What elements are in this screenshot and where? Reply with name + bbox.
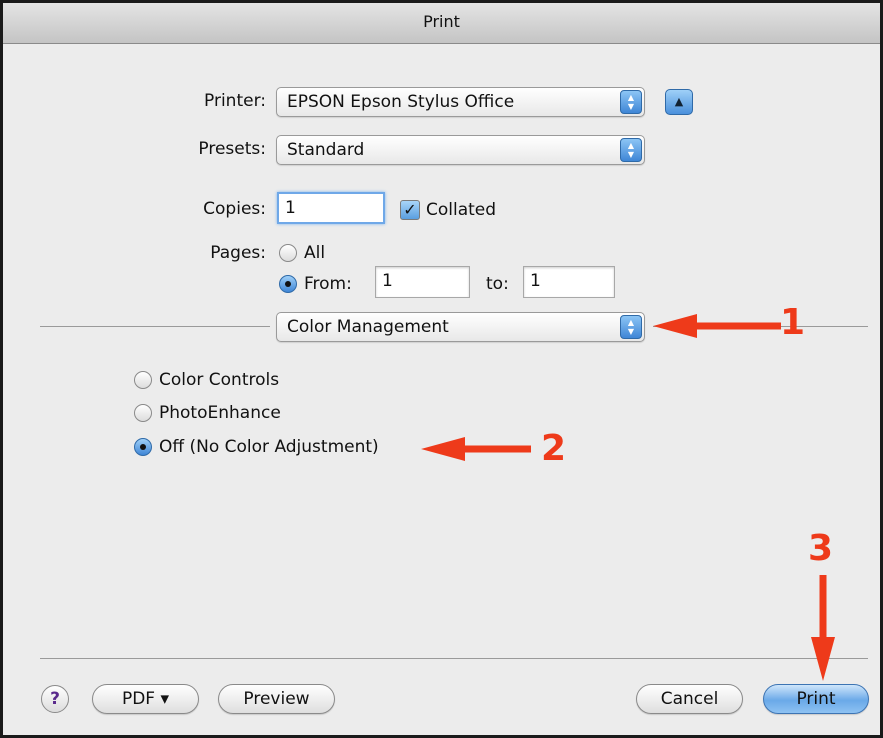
annotation-number-3: 3 — [808, 528, 834, 569]
cancel-button[interactable]: Cancel — [636, 684, 743, 714]
separator-left — [40, 326, 270, 327]
pages-from-radio[interactable] — [279, 275, 297, 293]
print-button[interactable]: Print — [763, 684, 869, 714]
panel-menu-popup[interactable]: Color Management ▲ ▼ — [276, 312, 645, 342]
no-color-adjustment-label: Off (No Color Adjustment) — [159, 437, 379, 457]
printer-label: Printer: — [204, 91, 266, 111]
pages-from-label: From: — [304, 274, 352, 294]
color-controls-radio[interactable] — [134, 371, 152, 389]
annotation-number-2: 2 — [541, 428, 567, 469]
panel-menu-value: Color Management — [287, 317, 449, 337]
pages-from-field[interactable]: 1 — [375, 266, 470, 298]
annotation-arrow-2-icon — [421, 437, 531, 461]
window-title: Print — [3, 3, 880, 44]
pages-all-label: All — [304, 243, 326, 263]
pages-all-radio[interactable] — [279, 244, 297, 262]
disclosure-triangle-icon: ▲ — [674, 95, 684, 108]
pages-to-label: to: — [486, 274, 509, 294]
help-button[interactable]: ? — [41, 685, 69, 713]
preview-button[interactable]: Preview — [218, 684, 335, 714]
pages-to-field[interactable]: 1 — [523, 266, 615, 298]
popup-arrows-icon: ▲ ▼ — [620, 90, 642, 114]
copies-label: Copies: — [203, 199, 266, 219]
bottom-separator — [40, 658, 868, 659]
color-controls-label: Color Controls — [159, 370, 280, 390]
printer-popup[interactable]: EPSON Epson Stylus Office ▲ ▼ — [276, 87, 645, 117]
annotation-number-1: 1 — [780, 302, 806, 343]
photoenhance-label: PhotoEnhance — [159, 403, 281, 423]
presets-popup[interactable]: Standard ▲ ▼ — [276, 135, 645, 165]
checkmark-icon: ✓ — [403, 200, 417, 219]
popup-arrows-icon: ▲ ▼ — [620, 138, 642, 162]
photoenhance-radio[interactable] — [134, 404, 152, 422]
printer-value: EPSON Epson Stylus Office — [287, 92, 515, 112]
no-color-adjustment-radio[interactable] — [134, 438, 152, 456]
pdf-button[interactable]: PDF ▾ — [92, 684, 199, 714]
print-dialog: Print Printer: EPSON Epson Stylus Office… — [0, 0, 883, 738]
collated-checkbox[interactable]: ✓ — [400, 200, 420, 220]
presets-value: Standard — [287, 140, 365, 160]
collated-label: Collated — [426, 200, 497, 220]
annotation-arrow-3-icon — [811, 575, 835, 681]
popup-arrows-icon: ▲ ▼ — [620, 315, 642, 339]
presets-label: Presets: — [198, 139, 266, 159]
disclosure-button[interactable]: ▲ — [665, 89, 693, 115]
annotation-arrow-1-icon — [653, 314, 781, 338]
copies-field[interactable]: 1 — [277, 192, 385, 224]
pages-label: Pages: — [210, 243, 266, 263]
